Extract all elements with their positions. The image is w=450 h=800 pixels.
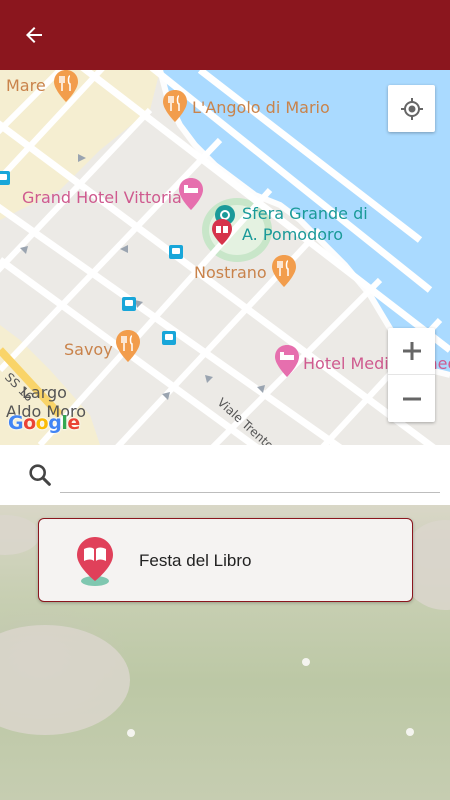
restaurant-pin-icon[interactable]	[272, 255, 296, 287]
search-input[interactable]	[60, 457, 440, 493]
restaurant-pin-icon[interactable]	[54, 70, 78, 102]
poi-label-sfera-1: Sfera Grande di	[242, 204, 368, 223]
app-bar	[0, 0, 450, 70]
book-pin-icon	[77, 537, 113, 586]
map-base	[0, 70, 450, 445]
hotel-pin-icon[interactable]	[275, 345, 299, 377]
google-logo: Google	[8, 412, 80, 434]
zoom-in-button[interactable]	[388, 328, 435, 375]
search-bar	[0, 445, 450, 505]
event-title: Festa del Libro	[139, 551, 252, 570]
back-button[interactable]	[14, 15, 54, 55]
poi-label-sfera-2: A. Pomodoro	[242, 225, 344, 244]
bus-stop-icon	[0, 171, 10, 185]
minus-icon	[402, 397, 421, 400]
bus-stop-icon	[162, 331, 176, 345]
bus-stop-icon	[122, 297, 136, 311]
bus-stop-icon	[169, 245, 183, 259]
plus-icon	[402, 342, 421, 360]
place-label-largo-1: Largo	[22, 383, 67, 402]
my-location-icon	[400, 97, 423, 120]
zoom-controls	[388, 328, 435, 422]
poi-label-grand-hotel: Grand Hotel Vittoria	[22, 188, 182, 207]
poi-label-savoy: Savoy	[64, 340, 113, 359]
poi-label-mare: Mare	[6, 76, 46, 95]
event-book-pin-icon[interactable]	[212, 219, 232, 247]
restaurant-pin-icon[interactable]	[163, 90, 187, 122]
restaurant-pin-icon[interactable]	[116, 330, 140, 362]
poi-label-angolo: L'Angolo di Mario	[192, 98, 330, 117]
search-icon[interactable]	[26, 461, 54, 489]
event-list-item[interactable]: Festa del Libro	[38, 518, 413, 602]
hotel-pin-icon[interactable]	[179, 178, 203, 210]
map-view[interactable]: Mare L'Angolo di Mario Grand Hotel Vitto…	[0, 70, 450, 445]
my-location-button[interactable]	[388, 85, 435, 132]
zoom-out-button[interactable]	[388, 375, 435, 422]
poi-label-nostrano: Nostrano	[194, 263, 267, 282]
arrow-left-icon	[26, 27, 42, 43]
